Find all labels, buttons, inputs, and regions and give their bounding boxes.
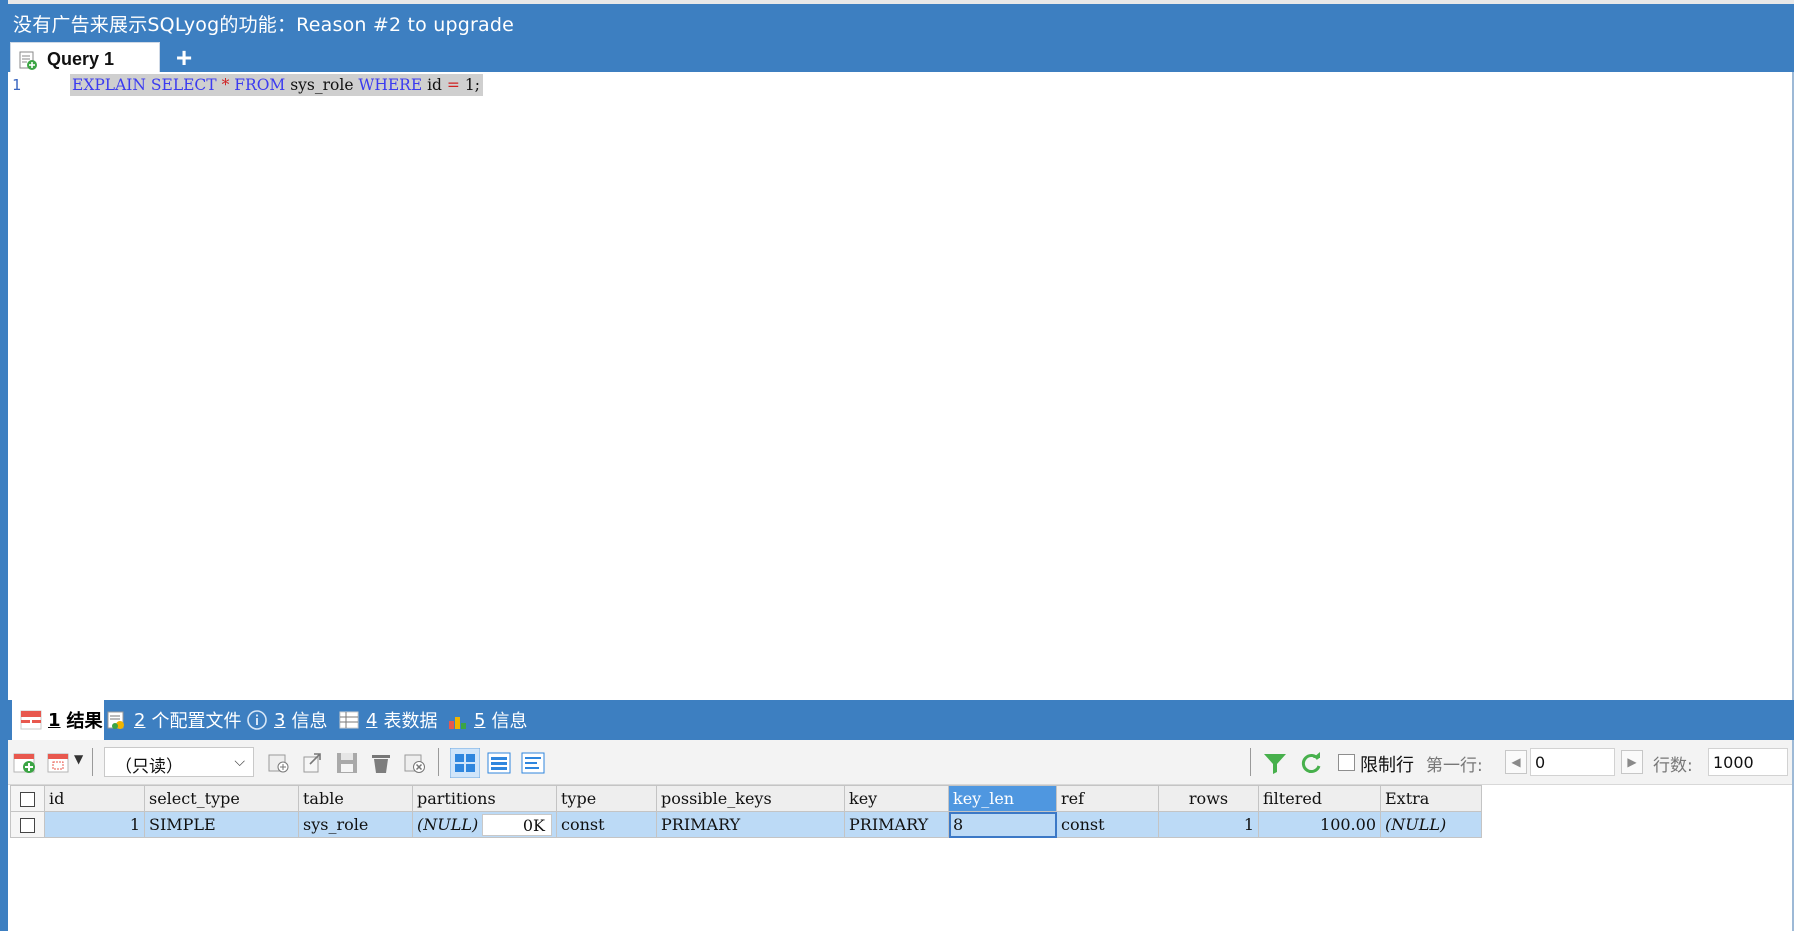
cell-rows[interactable]: 1 [1158,811,1259,838]
sqlyog-window: 没有广告来展示SQLyog的功能：Reason #2 to upgrade Qu… [0,0,1794,931]
cell-select-type[interactable]: SIMPLE [144,811,299,838]
column-header-key-len[interactable]: key_len [948,785,1057,812]
form-view-icon[interactable] [486,750,512,776]
cell-type[interactable]: const [556,811,657,838]
edit-mode-select[interactable]: （只读） ⌵ [104,747,254,777]
next-page-button[interactable]: ▶ [1621,750,1643,774]
result-tabs-bar: 1 结果 2 个配置文件 3 信息 4 表数据 5 信息 [8,700,1794,740]
sql-editor[interactable]: 1 EXPLAIN SELECT * FROM sys_role WHERE i… [8,72,1792,700]
add-query-tab-button[interactable]: + [170,44,198,72]
tab-info-3-label: 信息 [291,711,328,732]
edit-mode-value: （只读） [115,757,183,777]
sql-token: id [422,76,447,94]
column-header-table[interactable]: table [298,785,413,812]
grid-view-icon[interactable] [450,748,480,778]
query-tab-label: Query 1 [47,49,115,69]
limit-rows-checkbox[interactable] [1338,754,1355,771]
tab-result-1-number: 1 [48,709,61,731]
cell-partitions[interactable]: (NULL) 0K [412,811,557,838]
ad-banner: 没有广告来展示SQLyog的功能：Reason #2 to upgrade Qu… [0,0,1794,76]
cell-ref[interactable]: const [1056,811,1159,838]
cell-table[interactable]: sys_role [298,811,413,838]
cancel-changes-icon[interactable] [402,750,428,776]
sql-token: SELECT [150,76,217,94]
row-count-input[interactable]: 1000 [1708,748,1788,776]
sql-token: EXPLAIN [72,76,146,94]
toolbar-separator [1250,748,1251,776]
profile-icon [107,711,124,729]
filter-icon[interactable] [1262,750,1288,776]
column-header-possible-keys[interactable]: possible_keys [656,785,845,812]
text-view-icon[interactable] [520,750,546,776]
tab-profile-2-number: 2 [134,709,146,731]
limit-rows-label: 限制行 [1360,755,1414,776]
column-header-select-type[interactable]: select_type [144,785,299,812]
row-count-label: 行数: [1653,756,1693,776]
sql-token: WHERE [358,76,423,94]
tab-profile-2-label: 个配置文件 [151,711,242,732]
column-header-partitions[interactable]: partitions [412,785,557,812]
cell-key-len[interactable]: 8 [948,811,1057,838]
tab-profile-2[interactable]: 2 个配置文件 [106,700,241,740]
tab-table-data-4[interactable]: 4 表数据 [338,700,437,740]
cell-extra[interactable]: (NULL) [1380,811,1482,838]
prev-page-button[interactable]: ◀ [1505,750,1527,774]
column-header-key[interactable]: key [844,785,949,812]
sql-token: = [446,76,460,94]
select-all-checkbox[interactable] [10,785,45,812]
export-icon[interactable] [266,750,292,776]
tab-info-5-label: 信息 [491,711,528,732]
table-row[interactable]: 1 SIMPLE sys_role (NULL) 0K const PRIMAR… [10,811,1482,838]
column-header-ref[interactable]: ref [1056,785,1159,812]
tab-table-data-4-label: 表数据 [383,711,438,732]
query-tab-icon [19,51,37,70]
tab-table-data-4-number: 4 [366,709,378,731]
tab-result-1-label: 结果 [66,711,103,732]
add-row-icon[interactable] [12,750,38,776]
tab-info-5-number: 5 [474,709,486,731]
column-header-filtered[interactable]: filtered [1258,785,1381,812]
window-left-border [0,0,8,931]
tab-result-1[interactable]: 1 结果 [12,700,104,740]
table-data-icon [339,711,359,729]
first-row-label: 第一行: [1426,756,1483,776]
save-icon[interactable] [334,750,360,776]
column-header-rows[interactable]: rows [1158,785,1259,812]
sql-statement-line[interactable]: EXPLAIN SELECT * FROM sys_role WHERE id … [70,74,483,96]
sql-token: 1; [459,76,480,94]
cell-partitions-size: 0K [482,813,552,836]
sql-token: FROM [234,76,286,94]
sql-token: sys_role [285,76,359,94]
copy-row-icon[interactable] [46,750,72,776]
cell-key[interactable]: PRIMARY [844,811,949,838]
info-icon [247,710,267,730]
result-toolbar: ▼ （只读） ⌵ 限制行 第一行: ◀ 0 ▶ 行数: 1000 [8,740,1792,785]
result-grid: id select_type table partitions type pos… [10,785,1482,838]
row-select-checkbox[interactable] [10,811,45,838]
first-row-input[interactable]: 0 [1530,748,1615,776]
grid-header-row: id select_type table partitions type pos… [10,785,1482,812]
cell-partitions-value: (NULL) [417,815,479,834]
upgrade-ad-text[interactable]: 没有广告来展示SQLyog的功能：Reason #2 to upgrade [13,10,514,37]
column-header-id[interactable]: id [44,785,145,812]
column-header-type[interactable]: type [556,785,657,812]
info-chart-icon [449,717,466,729]
cell-id[interactable]: 1 [44,811,145,838]
toolbar-separator [92,748,93,776]
import-icon[interactable] [300,750,326,776]
cell-filtered[interactable]: 100.00 [1258,811,1381,838]
toolbar-separator [438,748,439,776]
refresh-icon[interactable] [1298,750,1324,776]
cell-possible-keys[interactable]: PRIMARY [656,811,845,838]
tab-info-3[interactable]: 3 信息 [246,700,327,740]
line-number: 1 [12,76,22,94]
tab-query-1[interactable]: Query 1 [10,42,160,76]
result-grid-icon [20,710,42,730]
tab-info-3-number: 3 [274,709,286,731]
copy-row-dropdown-icon[interactable]: ▼ [74,752,83,766]
column-header-extra[interactable]: Extra [1380,785,1482,812]
chevron-down-icon: ⌵ [234,754,245,770]
delete-icon[interactable] [368,750,394,776]
tab-info-5[interactable]: 5 信息 [446,700,527,740]
